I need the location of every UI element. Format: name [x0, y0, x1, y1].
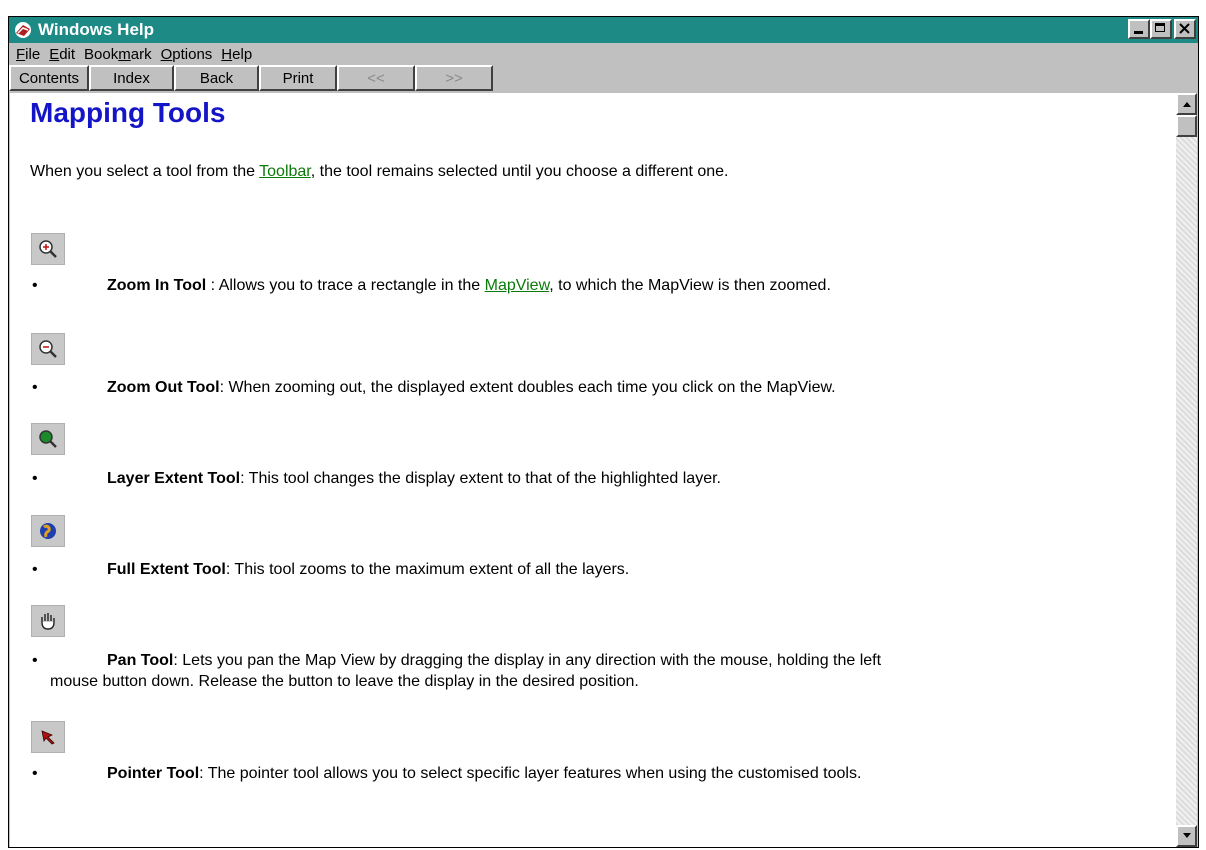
scroll-down-button[interactable]: [1176, 825, 1197, 847]
hand-icon: [31, 605, 65, 637]
help-toolbar: Contents Index Back Print << >>: [9, 65, 1198, 92]
mapview-link[interactable]: MapView: [485, 277, 550, 294]
zoom-in-tool-item: Zoom In Tool : Allows you to trace a rec…: [107, 277, 831, 294]
bullet: •: [32, 470, 38, 487]
window-controls: [1128, 19, 1196, 39]
bullet: •: [32, 561, 38, 578]
pan-tool-item: Pan Tool: Lets you pan the Map View by d…: [107, 652, 882, 669]
layer-extent-icon: [31, 423, 65, 455]
menu-bookmark[interactable]: Bookmark: [84, 46, 152, 63]
minimize-button[interactable]: [1128, 19, 1150, 39]
pointer-tool-item: Pointer Tool: The pointer tool allows yo…: [107, 765, 862, 782]
intro-text: When you select a tool from the Toolbar,…: [30, 163, 729, 180]
pan-tool-description-line2: mouse button down. Release the button to…: [50, 673, 639, 690]
pointer-icon: [31, 721, 65, 753]
bullet: •: [32, 379, 38, 396]
menu-bar: File Edit Bookmark Options Help: [9, 43, 1198, 65]
menu-options[interactable]: Options: [161, 46, 213, 63]
window-title: Windows Help: [38, 20, 155, 39]
print-button[interactable]: Print: [259, 65, 337, 91]
zoom-in-icon: [31, 233, 65, 265]
arrow-up-icon: [1182, 102, 1191, 107]
index-button[interactable]: Index: [89, 65, 174, 91]
browse-previous-button[interactable]: <<: [337, 65, 415, 91]
close-button[interactable]: [1174, 19, 1196, 39]
help-book-icon: [15, 22, 31, 38]
globe-icon: [31, 515, 65, 547]
toolbar-link[interactable]: Toolbar: [259, 163, 311, 180]
bullet: •: [32, 652, 38, 669]
scroll-thumb[interactable]: [1176, 115, 1197, 137]
back-button[interactable]: Back: [174, 65, 259, 91]
zoom-out-tool-item: Zoom Out Tool: When zooming out, the dis…: [107, 379, 836, 396]
menu-file[interactable]: File: [16, 46, 40, 63]
help-window: Windows Help File Edit Bookmark Options …: [8, 16, 1199, 848]
full-extent-tool-item: Full Extent Tool: This tool zooms to the…: [107, 561, 630, 578]
layer-extent-tool-item: Layer Extent Tool: This tool changes the…: [107, 470, 721, 487]
browse-next-button[interactable]: >>: [415, 65, 493, 91]
bullet: •: [32, 765, 38, 782]
zoom-out-icon: [31, 333, 65, 365]
page-title: Mapping Tools: [30, 97, 226, 128]
menu-edit[interactable]: Edit: [49, 46, 75, 63]
title-bar[interactable]: Windows Help: [9, 17, 1198, 43]
bullet: •: [32, 277, 38, 294]
scroll-up-button[interactable]: [1176, 93, 1197, 115]
contents-button[interactable]: Contents: [9, 65, 89, 91]
arrow-down-icon: [1182, 833, 1191, 838]
menu-help[interactable]: Help: [221, 46, 252, 63]
help-content: Mapping Tools When you select a tool fro…: [10, 93, 1176, 847]
close-icon: [1179, 23, 1190, 34]
vertical-scrollbar[interactable]: [1176, 93, 1197, 847]
maximize-button[interactable]: [1150, 19, 1172, 39]
